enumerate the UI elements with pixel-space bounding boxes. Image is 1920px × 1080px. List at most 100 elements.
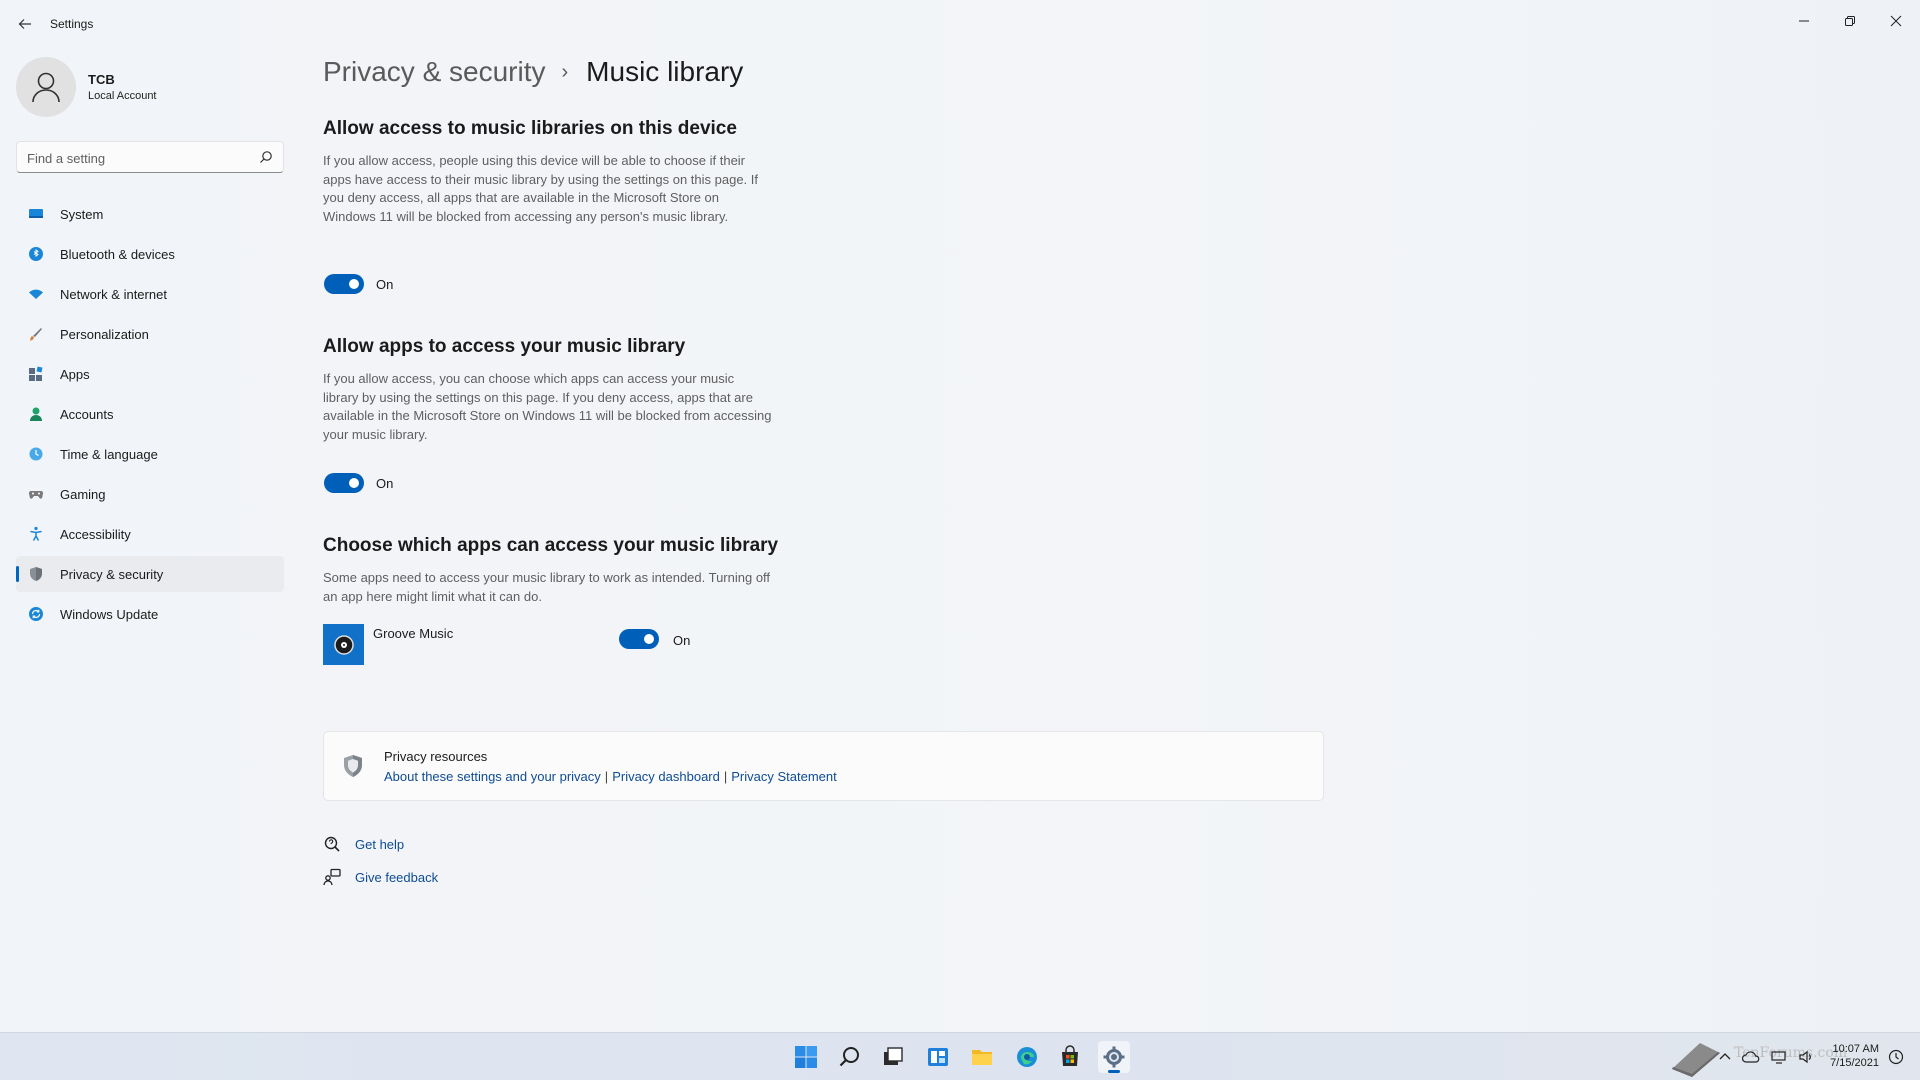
avatar [16, 57, 76, 117]
store-icon[interactable] [1054, 1041, 1086, 1073]
link-separator: | [604, 769, 609, 784]
file-explorer-icon[interactable] [966, 1041, 998, 1073]
give-feedback-link[interactable]: Give feedback [355, 870, 438, 885]
sidebar-item-label: Apps [60, 367, 90, 382]
notification-icon[interactable] [1888, 1049, 1904, 1065]
sidebar-item-label: Gaming [60, 487, 106, 502]
privacy-statement-link[interactable]: Privacy Statement [731, 769, 837, 784]
page-title: Music library [586, 56, 744, 87]
about-settings-privacy-link[interactable]: About these settings and your privacy [384, 769, 601, 784]
system-tray [1718, 1033, 1816, 1080]
breadcrumb-parent[interactable]: Privacy & security [323, 56, 546, 88]
sidebar-item-system[interactable]: System [16, 196, 284, 232]
choose-apps-description: Some apps need to access your music libr… [323, 570, 771, 604]
widgets-icon[interactable] [922, 1041, 954, 1073]
privacy-resources-card: Privacy resources About these settings a… [323, 731, 1324, 801]
start-icon[interactable] [790, 1041, 822, 1073]
sidebar-item-network[interactable]: Network & internet [16, 276, 284, 312]
sidebar-item-apps[interactable]: Apps [16, 356, 284, 392]
search-icon[interactable] [259, 150, 273, 164]
give-feedback-icon [323, 868, 341, 886]
sidebar-item-privacy-security[interactable]: Privacy & security [16, 556, 284, 592]
settings-icon[interactable] [1098, 1041, 1130, 1073]
get-help-icon [324, 836, 340, 852]
minimize-icon [1799, 20, 1809, 22]
get-help-row[interactable]: Get help [323, 835, 404, 853]
sidebar-item-label: Accessibility [60, 527, 131, 542]
window-title: Settings [50, 17, 94, 31]
accounts-icon [30, 407, 42, 421]
sidebar-item-accounts[interactable]: Accounts [16, 396, 284, 432]
shield-icon [30, 567, 42, 581]
device-access-description: If you allow access, people using this d… [323, 153, 759, 224]
groove-music-toggle-state: On [673, 633, 691, 648]
sidebar-item-label: Accounts [60, 407, 114, 422]
sidebar-item-label: Privacy & security [60, 567, 164, 582]
groove-music-app-icon [323, 624, 364, 665]
breadcrumb-chevron-icon: › [561, 60, 569, 83]
clock-time: 10:07 AM [1832, 1043, 1879, 1055]
apps-access-toggle-state: On [376, 476, 394, 491]
chevron-up-icon[interactable] [1718, 1050, 1732, 1064]
clock-date: 7/15/2021 [1830, 1057, 1879, 1069]
restore-button[interactable] [1830, 6, 1870, 36]
restore-icon [1845, 16, 1855, 26]
watermark-book-icon [1672, 1043, 1720, 1077]
get-help-link[interactable]: Get help [355, 837, 404, 852]
search-input[interactable] [27, 149, 247, 167]
close-icon [1890, 15, 1902, 27]
task-view-icon[interactable] [877, 1041, 909, 1073]
close-button[interactable] [1876, 6, 1916, 36]
privacy-resources-title: Privacy resources [384, 749, 488, 764]
shield-icon [344, 755, 362, 777]
sidebar-item-time-language[interactable]: Time & language [16, 436, 284, 472]
settings-window: Settings TCB Local Account System Blueto… [0, 0, 1920, 1032]
apps-icon [29, 366, 43, 381]
groove-music-name: Groove Music [373, 626, 454, 641]
sidebar-item-windows-update[interactable]: Windows Update [16, 596, 284, 632]
edge-icon[interactable] [1011, 1041, 1043, 1073]
sidebar-item-label: Personalization [60, 327, 149, 342]
privacy-dashboard-link[interactable]: Privacy dashboard [612, 769, 720, 784]
person-icon [32, 72, 60, 103]
device-access-title: Allow access to music libraries on this … [323, 118, 737, 139]
wifi-icon [29, 289, 43, 299]
give-feedback-row[interactable]: Give feedback [323, 868, 438, 886]
taskbar-clock[interactable]: 10:07 AM 7/15/2021 [1825, 1042, 1879, 1070]
choose-apps-title: Choose which apps can access your music … [323, 535, 779, 556]
apps-access-description: If you allow access, you can choose whic… [323, 371, 772, 442]
groove-music-icon [333, 634, 354, 655]
apps-access-toggle[interactable] [324, 473, 364, 493]
sidebar-item-label: Time & language [60, 447, 158, 462]
sidebar-item-bluetooth[interactable]: Bluetooth & devices [16, 236, 284, 272]
sidebar-item-label: System [60, 207, 104, 222]
sidebar-item-gaming[interactable]: Gaming [16, 476, 284, 512]
sidebar-nav: System Bluetooth & devices Network & int… [16, 196, 284, 636]
brush-icon [30, 328, 42, 341]
search-icon[interactable] [834, 1041, 866, 1073]
link-separator: | [723, 769, 728, 784]
title-bar: Settings [0, 0, 1920, 48]
update-icon [29, 607, 43, 621]
profile-account-type: Local Account [88, 90, 157, 102]
cloud-icon[interactable] [1742, 1050, 1760, 1064]
breadcrumb: Privacy & security › Music library [323, 56, 743, 88]
profile-name: TCB [88, 72, 115, 87]
system-icon [29, 209, 43, 218]
taskbar: TenForums.com 10:07 AM 7/15/2021 [0, 1032, 1920, 1080]
network-icon[interactable] [1770, 1050, 1788, 1064]
gamepad-icon [28, 490, 44, 499]
search-box[interactable] [16, 141, 284, 173]
minimize-button[interactable] [1784, 6, 1824, 36]
volume-icon[interactable] [1798, 1050, 1816, 1064]
device-access-toggle[interactable] [324, 274, 364, 294]
sidebar-item-accessibility[interactable]: Accessibility [16, 516, 284, 552]
sidebar-item-personalization[interactable]: Personalization [16, 316, 284, 352]
user-profile[interactable]: TCB Local Account [16, 57, 296, 119]
back-arrow-icon[interactable] [14, 13, 36, 35]
device-access-toggle-state: On [376, 277, 394, 292]
groove-music-toggle[interactable] [619, 629, 659, 649]
apps-access-title: Allow apps to access your music library [323, 336, 686, 357]
globe-clock-icon [29, 447, 43, 461]
sidebar-item-label: Network & internet [60, 287, 167, 302]
